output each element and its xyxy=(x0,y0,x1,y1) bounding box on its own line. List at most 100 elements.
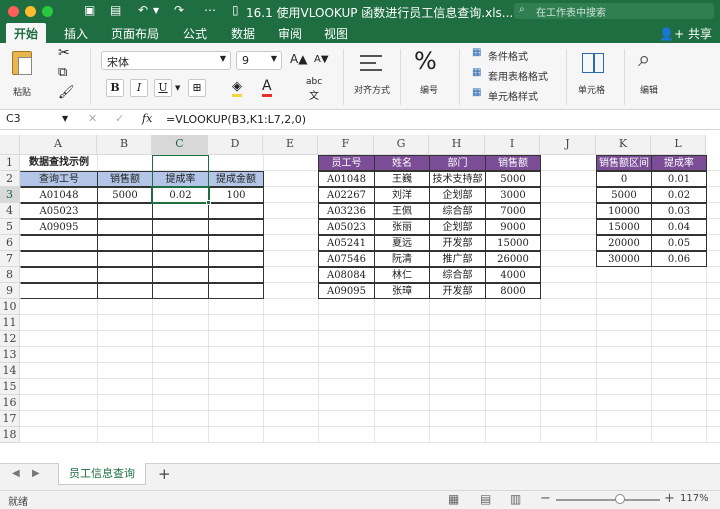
tab-review[interactable]: 审阅 xyxy=(278,25,302,42)
format-painter-icon[interactable]: 🖌 xyxy=(58,85,75,100)
column-header-C[interactable]: C xyxy=(152,135,208,155)
row-header-15[interactable]: 15 xyxy=(0,379,20,395)
employee-cell[interactable]: 4000 xyxy=(485,267,541,283)
edit-button[interactable]: ⌕ 编辑 xyxy=(632,47,672,105)
lookup-cell[interactable] xyxy=(97,203,153,219)
employee-cell[interactable]: 王佩 xyxy=(374,203,430,219)
column-header-L[interactable]: L xyxy=(651,135,706,155)
column-header-F[interactable]: F xyxy=(318,135,374,155)
rate-header-1[interactable]: 提成率 xyxy=(651,155,707,171)
cell-a1-title[interactable]: 数据查找示例 xyxy=(20,155,98,171)
insert-function-icon[interactable]: fx xyxy=(142,112,152,125)
zoom-slider[interactable] xyxy=(556,494,660,504)
table-format-button[interactable]: 套用表格格式 xyxy=(488,68,548,83)
employee-cell[interactable]: 张丽 xyxy=(374,219,430,235)
tab-data[interactable]: 数据 xyxy=(231,25,255,42)
lookup-cell[interactable] xyxy=(152,267,209,283)
rate-cell[interactable]: 20000 xyxy=(596,235,652,251)
rate-cell[interactable]: 0.05 xyxy=(651,235,707,251)
undo-icon[interactable]: ↶ xyxy=(138,3,148,17)
paste-button[interactable]: 粘贴 xyxy=(6,47,46,103)
cell-style-button[interactable]: 单元格样式 xyxy=(488,88,538,103)
column-header-D[interactable]: D xyxy=(208,135,263,155)
lookup-cell[interactable] xyxy=(97,251,153,267)
sidebar-icon[interactable]: ▣ xyxy=(84,3,95,17)
conditional-format-button[interactable]: 条件格式 xyxy=(488,48,528,63)
row-header-3[interactable]: 3 xyxy=(0,187,20,203)
employee-cell[interactable]: A09095 xyxy=(318,283,375,299)
row-header-10[interactable]: 10 xyxy=(0,299,20,315)
next-sheet-icon[interactable]: ▶ xyxy=(32,468,40,479)
column-header-K[interactable]: K xyxy=(596,135,651,155)
column-header-I[interactable]: I xyxy=(485,135,540,155)
rate-cell[interactable]: 10000 xyxy=(596,203,652,219)
lookup-cell[interactable] xyxy=(20,235,98,251)
zoom-slider-thumb[interactable] xyxy=(615,494,626,504)
employee-cell[interactable]: 阮清 xyxy=(374,251,430,267)
employee-cell[interactable]: 3000 xyxy=(485,187,541,203)
rate-cell[interactable]: 30000 xyxy=(596,251,652,267)
lookup-cell[interactable] xyxy=(97,235,153,251)
column-header-B[interactable]: B xyxy=(97,135,152,155)
rate-cell[interactable]: 0.04 xyxy=(651,219,707,235)
lookup-cell[interactable] xyxy=(208,203,264,219)
employee-cell[interactable]: 26000 xyxy=(485,251,541,267)
employee-cell[interactable]: 夏远 xyxy=(374,235,430,251)
lookup-cell[interactable]: 100 xyxy=(208,187,264,203)
lookup-cell[interactable] xyxy=(20,267,98,283)
zoom-in-icon[interactable]: + xyxy=(664,491,675,506)
employee-cell[interactable]: 刘洋 xyxy=(374,187,430,203)
borders-button[interactable]: ⊞ xyxy=(188,79,206,97)
number-format-button[interactable]: % 编号 xyxy=(408,47,452,105)
row-header-8[interactable]: 8 xyxy=(0,267,20,283)
rate-header-0[interactable]: 销售额区间 xyxy=(596,155,652,171)
minimize-window-button[interactable] xyxy=(25,6,36,17)
name-box[interactable]: C3 xyxy=(4,112,64,127)
sheet-search-input[interactable]: ⌕ 在工作表中搜索 xyxy=(514,3,714,19)
rate-cell[interactable]: 5000 xyxy=(596,187,652,203)
employee-header-0[interactable]: 员工号 xyxy=(318,155,375,171)
close-window-button[interactable] xyxy=(8,6,19,17)
alignment-button[interactable]: 对齐方式 xyxy=(352,49,396,105)
lookup-cell[interactable]: 5000 xyxy=(97,187,153,203)
font-size-select[interactable]: 9 ▼ xyxy=(236,51,282,70)
column-header-A[interactable]: A xyxy=(20,135,97,155)
lookup-header-1[interactable]: 销售额 xyxy=(97,171,153,187)
phonetic-icon[interactable]: abc xyxy=(306,77,322,87)
employee-cell[interactable]: A01048 xyxy=(318,171,375,187)
page-layout-view-icon[interactable]: ▤ xyxy=(480,492,491,506)
page-break-view-icon[interactable]: ▥ xyxy=(510,492,521,506)
tab-view[interactable]: 视图 xyxy=(324,25,348,42)
row-header-5[interactable]: 5 xyxy=(0,219,20,235)
employee-header-3[interactable]: 销售额 xyxy=(485,155,541,171)
lookup-cell[interactable] xyxy=(20,251,98,267)
lookup-cell[interactable] xyxy=(208,283,264,299)
lookup-cell[interactable] xyxy=(152,235,209,251)
cut-icon[interactable]: ✂ xyxy=(58,45,70,61)
lookup-cell[interactable]: A05023 xyxy=(20,203,98,219)
rate-cell[interactable]: 15000 xyxy=(596,219,652,235)
rate-cell[interactable]: 0.02 xyxy=(651,187,707,203)
lookup-header-3[interactable]: 提成金额 xyxy=(208,171,264,187)
tab-page-layout[interactable]: 页面布局 xyxy=(111,25,159,42)
lookup-cell[interactable]: A09095 xyxy=(20,219,98,235)
more-icon[interactable]: ⋯ xyxy=(204,3,216,17)
lookup-cell[interactable] xyxy=(208,235,264,251)
employee-cell[interactable]: 企划部 xyxy=(429,187,486,203)
previous-sheet-icon[interactable]: ◀ xyxy=(12,468,20,479)
font-color-icon[interactable]: A xyxy=(262,78,272,97)
lookup-cell[interactable] xyxy=(97,267,153,283)
employee-cell[interactable]: 开发部 xyxy=(429,235,486,251)
employee-cell[interactable]: A08084 xyxy=(318,267,375,283)
employee-cell[interactable]: 综合部 xyxy=(429,203,486,219)
employee-cell[interactable]: 推广部 xyxy=(429,251,486,267)
tab-formulas[interactable]: 公式 xyxy=(183,25,207,42)
employee-cell[interactable]: 15000 xyxy=(485,235,541,251)
name-box-chevron-icon[interactable]: ▼ xyxy=(62,114,68,123)
normal-view-icon[interactable]: ▦ xyxy=(448,492,459,506)
font-name-select[interactable]: 宋体 ▼ xyxy=(101,51,231,70)
increase-font-icon[interactable]: A▲ xyxy=(290,52,307,66)
save-icon[interactable]: ▤ xyxy=(110,3,121,17)
row-header-16[interactable]: 16 xyxy=(0,395,20,411)
employee-cell[interactable]: A05023 xyxy=(318,219,375,235)
